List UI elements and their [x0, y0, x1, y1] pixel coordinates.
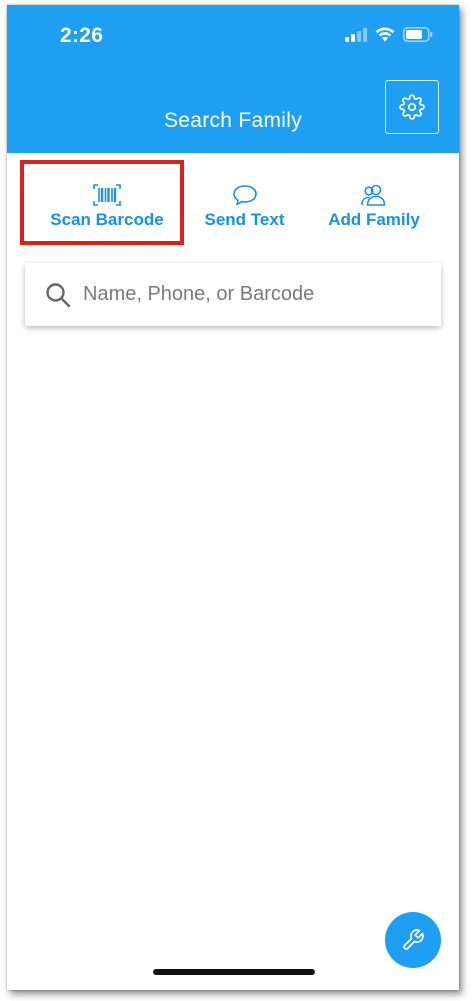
home-indicator — [153, 969, 315, 975]
wifi-icon — [375, 27, 395, 42]
screenshot-frame: 2:26 Search Family Scan Barcode Send Tex… — [0, 0, 474, 1001]
battery-icon — [403, 27, 433, 42]
search-box[interactable] — [25, 263, 441, 326]
add-family-label: Add Family — [328, 210, 420, 229]
search-icon — [46, 282, 71, 307]
cellular-signal-icon — [345, 27, 367, 42]
users-icon — [361, 184, 386, 206]
status-time: 2:26 — [60, 24, 104, 47]
gear-icon — [399, 94, 425, 120]
action-bar: Scan Barcode Send Text Add Family — [7, 153, 459, 253]
search-input[interactable] — [81, 282, 425, 307]
settings-button[interactable] — [385, 80, 439, 134]
app-header: 2:26 Search Family — [7, 5, 459, 153]
chat-bubble-icon — [232, 185, 257, 206]
wrench-icon — [403, 929, 424, 950]
send-text-button[interactable]: Send Text — [192, 183, 297, 230]
highlight-box — [20, 160, 184, 245]
status-icons — [345, 27, 433, 42]
add-family-button[interactable]: Add Family — [319, 183, 429, 230]
send-text-label: Send Text — [204, 210, 285, 229]
tools-fab-button[interactable] — [385, 912, 441, 968]
phone-screen: 2:26 Search Family Scan Barcode Send Tex… — [7, 5, 459, 990]
